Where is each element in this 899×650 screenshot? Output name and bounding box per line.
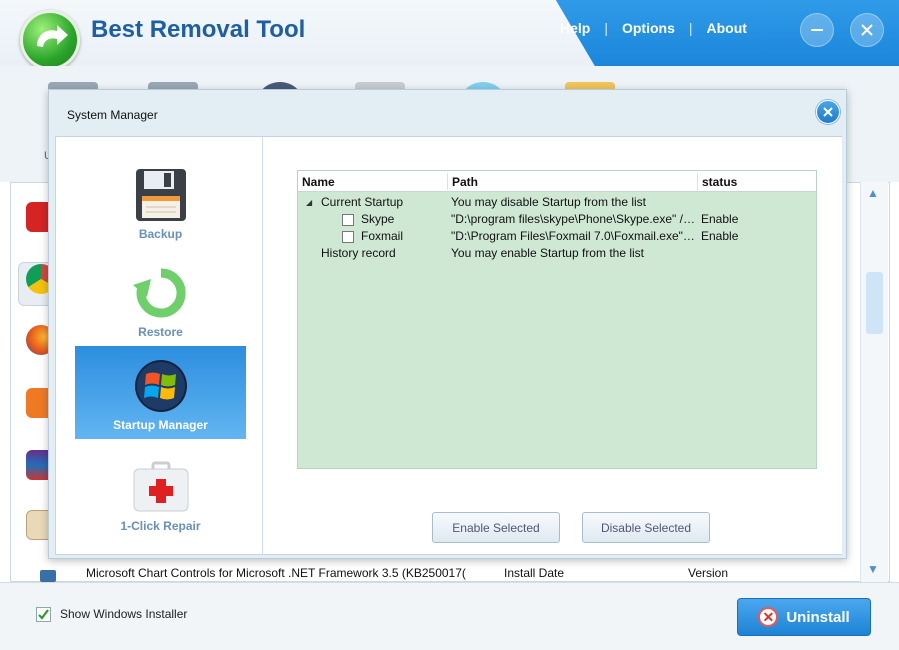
uninstall-label: Uninstall	[786, 608, 850, 626]
sidebar-item-label: 1-Click Repair	[120, 519, 201, 533]
sidebar-item-label: Backup	[138, 227, 183, 241]
show-windows-installer-label: Show Windows Installer	[60, 607, 188, 621]
scrollbar-thumb[interactable]	[866, 272, 883, 334]
startup-grid: Name Path status ◢ Current Startup You m…	[297, 170, 817, 469]
sidebar-item-label: Startup Manager	[113, 418, 208, 432]
row-checkbox[interactable]	[342, 214, 354, 226]
grid-header: Name Path status	[298, 171, 816, 192]
uninstall-button[interactable]: ✕ Uninstall	[737, 598, 871, 636]
minimize-button[interactable]	[800, 13, 834, 47]
windows-logo-icon	[131, 358, 191, 414]
enable-selected-button[interactable]: Enable Selected	[432, 512, 560, 543]
dialog-body: Backup Restore Startup Manager 1-Click R…	[55, 136, 842, 555]
list-scrollbar[interactable]: ▲ ▼	[860, 182, 888, 582]
help-link[interactable]: Help	[560, 20, 590, 36]
column-header-path[interactable]: Path	[452, 175, 478, 189]
row-name: Skype	[361, 212, 395, 226]
close-window-button[interactable]	[850, 13, 884, 47]
sidebar-item-1-click-repair[interactable]: 1-Click Repair	[75, 447, 246, 540]
nav-separator: |	[604, 20, 608, 36]
minimize-icon	[811, 29, 823, 31]
about-link[interactable]: About	[707, 20, 747, 36]
top-nav: Help | Options | About	[560, 20, 747, 36]
app-title: Best Removal Tool	[91, 16, 306, 43]
floppy-disk-icon	[131, 167, 191, 223]
dialog-close-button[interactable]	[816, 100, 840, 124]
sidebar-item-label: Restore	[138, 325, 183, 339]
row-name: Current Startup	[321, 195, 404, 209]
disable-selected-button[interactable]: Disable Selected	[582, 512, 710, 543]
dialog-title: System Manager	[67, 108, 158, 122]
sidebar-item-restore[interactable]: Restore	[75, 253, 246, 346]
close-icon	[823, 107, 833, 117]
tree-row-current-startup[interactable]: ◢ Current Startup You may disable Startu…	[298, 195, 816, 212]
nav-separator: |	[688, 20, 693, 36]
row-status: Enable	[701, 229, 739, 243]
column-header-status[interactable]: status	[702, 175, 737, 189]
options-link[interactable]: Options	[622, 20, 675, 36]
table-row[interactable]: Foxmail "D:\Program Files\Foxmail 7.0\Fo…	[298, 229, 816, 246]
row-status: Enable	[701, 212, 739, 226]
sidebar-item-startup-manager[interactable]: Startup Manager	[75, 346, 246, 439]
manager-sidebar: Backup Restore Startup Manager 1-Click R…	[56, 137, 263, 554]
checkmark-icon	[38, 609, 49, 620]
app-logo-icon	[20, 10, 80, 70]
table-row[interactable]: Skype "D:\program files\skype\Phone\Skyp…	[298, 212, 816, 229]
row-path: "D:\program files\skype\Phone\Skype.exe"…	[451, 212, 696, 226]
program-name: Microsoft Chart Controls for Microsoft .…	[86, 566, 466, 580]
close-icon	[861, 24, 873, 36]
system-manager-dialog: System Manager Backup Restore Startup Ma…	[48, 89, 847, 559]
column-divider	[697, 173, 698, 190]
row-name: History record	[321, 246, 396, 260]
row-checkbox[interactable]	[342, 231, 354, 243]
row-path: You may enable Startup from the list	[451, 246, 644, 260]
startup-manager-panel: Name Path status ◢ Current Startup You m…	[264, 137, 842, 554]
scroll-down-icon[interactable]: ▼	[867, 562, 879, 576]
version-header: Version	[688, 566, 729, 580]
sidebar-item-backup[interactable]: Backup	[75, 155, 246, 248]
restore-arrow-icon	[131, 265, 191, 321]
tree-row-history-record[interactable]: History record You may enable Startup fr…	[298, 246, 816, 263]
row-name: Foxmail	[361, 229, 404, 243]
row-path: You may disable Startup from the list	[451, 195, 646, 209]
scroll-up-icon[interactable]: ▲	[867, 186, 879, 200]
row-path: "D:\Program Files\Foxmail 7.0\Foxmail.ex…	[451, 229, 696, 243]
column-header-name[interactable]: Name	[302, 175, 335, 189]
uninstall-x-icon: ✕	[758, 607, 779, 627]
show-windows-installer-checkbox[interactable]	[36, 607, 51, 622]
first-aid-kit-icon	[131, 459, 191, 515]
install-date-header: Install Date	[504, 566, 565, 580]
expand-triangle-icon[interactable]: ◢	[306, 198, 312, 207]
column-divider	[447, 173, 448, 190]
